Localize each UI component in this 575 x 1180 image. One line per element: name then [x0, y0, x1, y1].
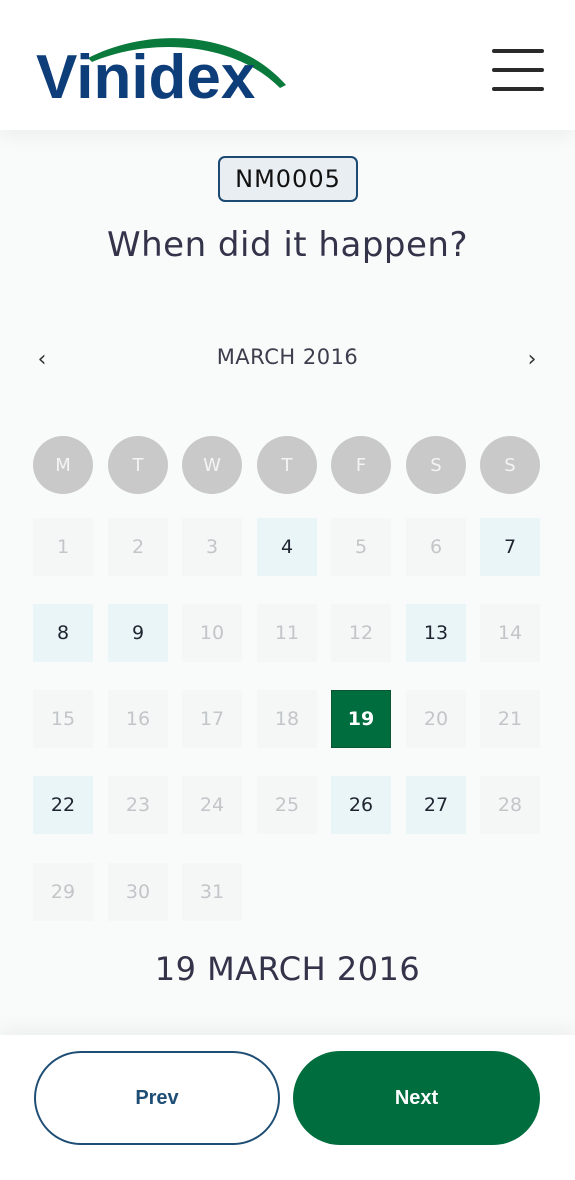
calendar-day[interactable]: 27	[406, 776, 466, 834]
calendar-day: 21	[480, 690, 540, 748]
weekday-header: S	[406, 436, 466, 494]
calendar-day: 23	[108, 776, 168, 834]
calendar-day: 1	[33, 518, 93, 576]
calendar-day: 11	[257, 604, 317, 662]
calendar-day: 2	[108, 518, 168, 576]
calendar-day: 17	[182, 690, 242, 748]
calendar-day[interactable]: 9	[108, 604, 168, 662]
calendar-day: 14	[480, 604, 540, 662]
calendar-day[interactable]: 8	[33, 604, 93, 662]
menu-bar	[492, 68, 544, 72]
calendar-day: 10	[182, 604, 242, 662]
calendar-day: 20	[406, 690, 466, 748]
calendar-day: 24	[182, 776, 242, 834]
calendar-month-label: MARCH 2016	[216, 345, 359, 369]
incident-reference-badge: NM0005	[218, 156, 358, 202]
menu-bar	[492, 49, 544, 53]
calendar-day: 5	[331, 518, 391, 576]
selected-date-label: 19 MARCH 2016	[154, 950, 421, 988]
weekday-header: S	[480, 436, 540, 494]
calendar-day: 30	[108, 863, 168, 921]
vinidex-logo: Vinidex	[36, 30, 298, 105]
weekday-header: M	[33, 436, 93, 494]
menu-bar	[492, 87, 544, 91]
calendar-day: 15	[33, 690, 93, 748]
calendar-day: 29	[33, 863, 93, 921]
next-month-icon[interactable]: ›	[517, 342, 547, 376]
app-screen: Vinidex NM0005 When did it happen? ‹ MAR…	[0, 0, 575, 1180]
footer-nav: Prev Next	[0, 1035, 575, 1180]
weekday-header: W	[182, 436, 242, 494]
weekday-header: F	[331, 436, 391, 494]
calendar-day-selected[interactable]: 19	[331, 690, 391, 748]
app-header: Vinidex	[0, 0, 575, 130]
calendar-day: 31	[182, 863, 242, 921]
weekday-header: T	[108, 436, 168, 494]
calendar-day: 3	[182, 518, 242, 576]
hamburger-menu-icon[interactable]	[486, 45, 548, 97]
calendar-day[interactable]: 26	[331, 776, 391, 834]
calendar-day[interactable]: 4	[257, 518, 317, 576]
next-button[interactable]: Next	[293, 1051, 540, 1145]
calendar-day: 12	[331, 604, 391, 662]
calendar-day: 16	[108, 690, 168, 748]
logo-text: Vinidex	[36, 43, 256, 105]
calendar-day[interactable]: 22	[33, 776, 93, 834]
prev-button[interactable]: Prev	[34, 1051, 280, 1145]
calendar-day: 28	[480, 776, 540, 834]
calendar-day: 25	[257, 776, 317, 834]
calendar-day: 6	[406, 518, 466, 576]
weekday-header: T	[257, 436, 317, 494]
calendar-day[interactable]: 13	[406, 604, 466, 662]
calendar-day: 18	[257, 690, 317, 748]
calendar-day[interactable]: 7	[480, 518, 540, 576]
page-title: When did it happen?	[106, 225, 468, 265]
